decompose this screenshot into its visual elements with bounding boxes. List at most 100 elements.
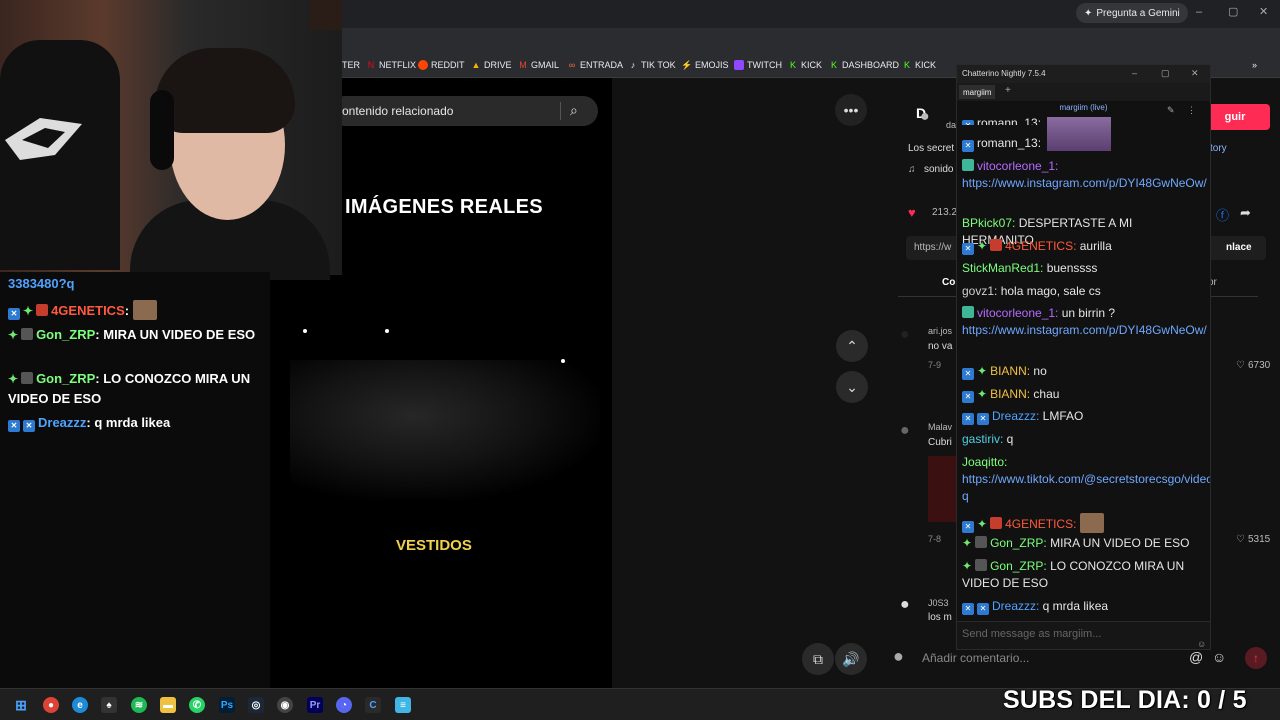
bookmark-item[interactable]: REDDIT [418, 60, 465, 70]
diamond-icon: ✦ [977, 387, 988, 401]
folder-icon[interactable]: ▬ [160, 697, 176, 713]
steam-icon[interactable]: ◎ [248, 697, 264, 713]
sub-badge-icon: ✕ [962, 243, 974, 255]
comment-user[interactable]: ari.jos [928, 326, 952, 336]
volume-icon[interactable]: 🔊 [835, 643, 867, 675]
sub-badge-icon: ✕ [962, 391, 974, 403]
comment-image[interactable] [928, 456, 956, 522]
cat-badge-icon [21, 372, 34, 384]
chatterino-titlebar: Chatterino Nightly 7.5.4 – ▢ ✕ [957, 65, 1210, 83]
badge-icon [962, 159, 974, 171]
cat-badge-icon [21, 328, 34, 340]
chatterino-icon[interactable]: C [365, 697, 381, 713]
send-icon[interactable]: ↑ [1245, 647, 1267, 669]
avatar[interactable]: ● [900, 422, 910, 440]
sub-badge-icon: ✕ [962, 521, 974, 533]
chat-message: ✕ ✦ BIANN: chau [962, 386, 1206, 403]
share-icon[interactable]: ➦ [1240, 205, 1251, 221]
edit-icon[interactable]: ✎ [1167, 105, 1175, 116]
whatsapp-icon[interactable]: ✆ [189, 697, 205, 713]
og-badge-icon [990, 239, 1003, 251]
spotify-icon[interactable]: ≋ [131, 697, 147, 713]
gemini-button[interactable]: ✦ Pregunta a Gemini [1076, 3, 1188, 23]
divider [560, 102, 561, 120]
avatar: ● [893, 646, 904, 666]
close-icon[interactable]: ✕ [1191, 68, 1199, 79]
chat-link[interactable]: https://www.instagram.com/p/DYI48GwNeOw/ [962, 176, 1207, 190]
bookmark-item[interactable]: ▲ DRIVE [471, 60, 512, 70]
chat-message: ✕ ✦ BIANN: no [962, 363, 1206, 380]
obs-icon[interactable]: ◉ [277, 697, 293, 713]
bookmark-item[interactable]: ⚡ EMOJIS [681, 60, 728, 71]
chrome-icon[interactable]: ● [43, 697, 59, 713]
tab-comments[interactable]: Co [942, 277, 955, 288]
webcam-overlay [0, 0, 342, 280]
kick-icon: K [789, 60, 796, 70]
comment-like-icon[interactable]: ♡ [1236, 360, 1245, 371]
more-options-icon[interactable]: ••• [835, 94, 867, 126]
window-title: Chatterino Nightly 7.5.4 [962, 69, 1046, 78]
chatterino-window[interactable]: Chatterino Nightly 7.5.4 – ▢ ✕ margiim +… [956, 64, 1211, 650]
search-input[interactable]: ontenido relacionado ⌕ [330, 96, 598, 126]
search-icon[interactable]: ⌕ [570, 102, 578, 119]
minimize-icon[interactable]: – [1196, 6, 1202, 18]
avatar[interactable]: ● [900, 326, 910, 344]
bookmark-item[interactable]: TER [342, 60, 360, 70]
minimize-icon[interactable]: – [1132, 68, 1137, 78]
light-dot [561, 359, 565, 363]
comment-user[interactable]: J0S3 [928, 598, 949, 608]
mention-icon[interactable]: @ [1189, 649, 1203, 665]
bookmark-item[interactable]: M GMAIL [518, 60, 559, 70]
notepad-icon[interactable]: ≡ [395, 697, 411, 713]
bookmark-item[interactable]: TWITCH [734, 60, 782, 70]
heart-icon[interactable]: ♥ [908, 205, 916, 220]
chat-line: ✦ Gon_ZRP: LO CONOZCO MIRA UN VIDEO DE ES… [8, 371, 251, 406]
tiktok-icon: ♪ [630, 60, 636, 70]
video-title-text: IMÁGENES REALES [345, 196, 543, 218]
chat-message: gastiriv: q [962, 432, 1014, 446]
comment-like-icon[interactable]: ♡ [1236, 534, 1245, 545]
windows-start-icon[interactable]: ⊞ [13, 697, 29, 713]
copy-link-button[interactable]: nlace [1226, 242, 1252, 253]
app-icon[interactable]: ♠ [101, 697, 117, 713]
comment-user[interactable]: Malav [928, 422, 952, 432]
chevron-double-right-icon[interactable]: » [1252, 60, 1257, 70]
edge-icon[interactable]: e [72, 697, 88, 713]
chat-messages[interactable]: ✕romann_13: ✕romann_13: vitocorleone_1:h… [957, 117, 1210, 621]
sub-badge-icon: ✕ [23, 420, 35, 432]
sub-badge-icon: ✕ [8, 308, 20, 320]
gmail-icon: M [519, 60, 527, 70]
menu-dots-icon[interactable]: ⋮ [1187, 105, 1196, 116]
facebook-icon[interactable]: ⓕ [1216, 205, 1229, 224]
emoji-icon[interactable]: ☺ [1197, 639, 1206, 649]
chevron-down-icon[interactable]: ⌄ [836, 371, 868, 403]
close-icon[interactable]: ✕ [1259, 5, 1268, 18]
kick-icon: K [830, 60, 837, 70]
bookmark-item[interactable]: ♪ TIK TOK [628, 60, 676, 70]
chat-message: ✕ ✕ Dreazzz: q mrda likea [962, 598, 1206, 615]
bookmark-item[interactable]: N NETFLIX [366, 60, 416, 70]
bookmark-item[interactable]: K DASHBOARD [829, 60, 899, 70]
chat-message-input[interactable]: Send message as margiim... [957, 621, 1210, 649]
premiere-icon[interactable]: Pr [307, 697, 323, 713]
chat-link[interactable]: https://www.tiktok.com/@secretstorecsgo/… [962, 472, 1210, 503]
picture-in-picture-icon[interactable]: ⧉ [802, 643, 834, 675]
chevron-up-icon[interactable]: ⌃ [836, 330, 868, 362]
chat-link[interactable]: https://www.instagram.com/p/DYI48GwNeOw/ [962, 323, 1207, 337]
photoshop-icon[interactable]: Ps [219, 697, 235, 713]
add-tab-icon[interactable]: + [1005, 85, 1011, 96]
emoji-icon[interactable]: ☺ [1212, 649, 1226, 665]
maximize-icon[interactable]: ▢ [1228, 5, 1238, 18]
maximize-icon[interactable]: ▢ [1161, 68, 1170, 79]
bookmark-item[interactable]: K KICK [902, 60, 936, 70]
story-label[interactable]: tory [1210, 143, 1227, 154]
avatar[interactable]: ● [920, 108, 930, 126]
tab-margiim[interactable]: margiim [959, 85, 996, 99]
avatar[interactable]: ● [900, 596, 910, 614]
discord-icon[interactable]: ◔ [336, 697, 352, 713]
bookmark-item[interactable]: ∞ ENTRADA [567, 60, 623, 70]
light-dot [385, 329, 389, 333]
bookmark-item[interactable]: K KICK [788, 60, 822, 70]
netflix-icon: N [367, 60, 375, 70]
sound-label[interactable]: sonido [924, 164, 953, 175]
